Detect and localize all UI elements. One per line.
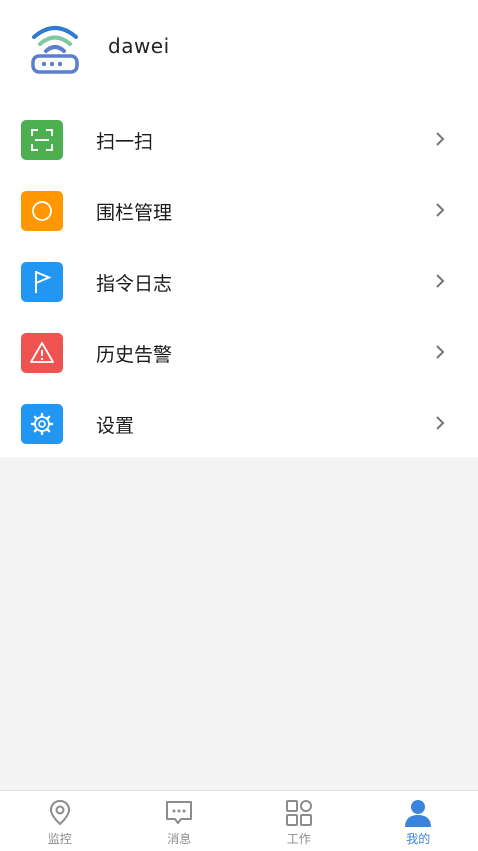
chevron-right-icon [432,415,448,431]
gear-icon [21,404,63,444]
tab-label: 我的 [406,830,430,847]
menu-item-label: 扫一扫 [96,127,153,154]
chevron-right-icon [432,131,448,147]
menu-list: 扫一扫 围栏管理 指令日志 历史告警 [0,104,478,459]
fence-icon [21,191,63,231]
message-icon [164,798,194,828]
chevron-right-icon [432,202,448,218]
flag-icon [21,262,63,302]
profile-header[interactable]: dawei [0,0,478,100]
tab-label: 工作 [287,830,311,847]
router-avatar-icon [26,20,84,78]
tab-label: 监控 [48,830,72,847]
menu-item-label: 围栏管理 [96,198,172,225]
menu-item-settings[interactable]: 设置 [0,388,478,459]
bottom-tab-bar: 监控 消息 工作 我的 [0,790,478,851]
tab-mine[interactable]: 我的 [359,791,478,851]
menu-item-label: 设置 [96,411,134,438]
menu-item-alarm-history[interactable]: 历史告警 [0,317,478,388]
menu-item-scan[interactable]: 扫一扫 [0,104,478,175]
tab-messages[interactable]: 消息 [120,791,240,851]
chevron-right-icon [432,344,448,360]
menu-item-label: 历史告警 [96,340,172,367]
username: dawei [108,34,170,58]
grid-icon [284,798,314,828]
tab-monitor[interactable]: 监控 [0,791,120,851]
scan-icon [21,120,63,160]
menu-item-label: 指令日志 [96,269,172,296]
tab-work[interactable]: 工作 [239,791,359,851]
menu-item-command-log[interactable]: 指令日志 [0,246,478,317]
location-pin-icon [45,798,75,828]
warning-icon [21,333,63,373]
menu-item-fence-management[interactable]: 围栏管理 [0,175,478,246]
person-icon [403,798,433,828]
tab-label: 消息 [167,830,191,847]
chevron-right-icon [432,273,448,289]
